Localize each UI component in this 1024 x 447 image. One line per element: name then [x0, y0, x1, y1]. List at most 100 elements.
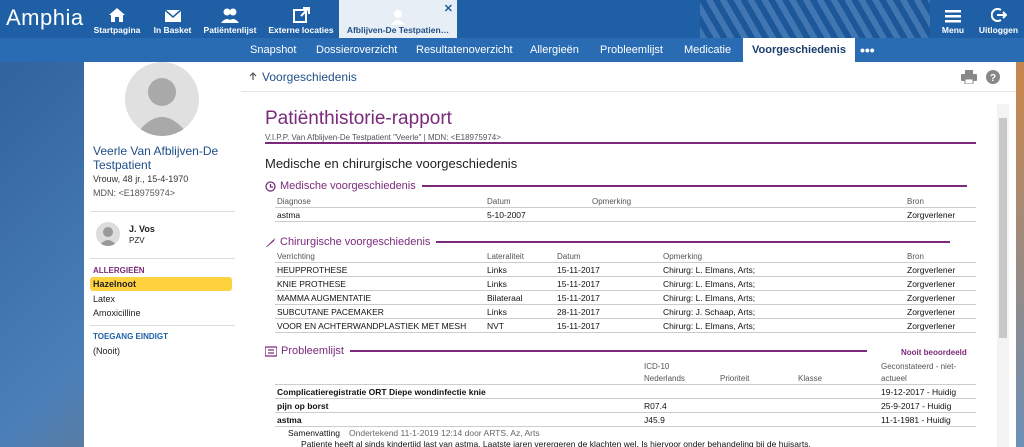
table-cell: Zorgverlener [907, 210, 956, 220]
tab-medicatie[interactable]: Medicatie [684, 38, 731, 62]
divider [90, 211, 235, 212]
heading-label: Medische voorgeschiedenis [280, 180, 416, 192]
person-icon [135, 78, 189, 136]
divider [90, 325, 235, 326]
row-divider [275, 384, 976, 385]
page-title: Voorgeschiedenis [262, 70, 357, 84]
table-cell: Chirurg: L. Elmans, Arts; [663, 265, 756, 275]
nav-label: Externe locaties [268, 25, 334, 35]
allergies-heading[interactable]: ALLERGIEËN [93, 266, 145, 275]
nav-startpagina[interactable]: Startpagina [92, 0, 142, 38]
report-subtitle: V.I.P.P. Van Afblijven-De Testpatient "V… [265, 133, 501, 142]
surgical-history-heading: Chirurgische voorgeschiedenis [265, 236, 951, 248]
row-divider [275, 262, 976, 263]
nav-in-basket[interactable]: In Basket [150, 0, 195, 38]
column-header: Diagnose [277, 197, 311, 206]
row-divider [275, 207, 976, 208]
nav-uitloggen[interactable]: Uitloggen [976, 0, 1021, 38]
more-tabs-button[interactable]: ••• [860, 38, 875, 62]
table-cell: 11-1-1981 - Huidig [881, 415, 951, 425]
scalpel-icon [266, 237, 275, 247]
table-cell: astma [277, 210, 301, 220]
people-icon [221, 8, 239, 23]
app-logo: Amphia [6, 5, 84, 30]
person-icon [99, 227, 117, 246]
patient-sidebar: Veerle Van Afblijven-De Testpatient Vrou… [84, 62, 241, 447]
access-value: (Nooit) [93, 346, 121, 356]
table-cell: 15-11-2017 [557, 293, 600, 303]
list-icon [265, 345, 277, 357]
table-cell: Zorgverlener [907, 307, 956, 317]
report-title: Patiënthistorie-rapport [265, 108, 452, 129]
problem-name: astma [277, 415, 302, 425]
tab-probleemlijst[interactable]: Probleemlijst [600, 38, 663, 62]
row-divider [275, 398, 976, 399]
table-cell: Chirurg: J. Schaap, Arts; [663, 307, 756, 317]
tab-dossieroverzicht[interactable]: Dossieroverzicht [316, 38, 397, 62]
problem-name: pijn op borst [277, 401, 329, 411]
scrollbar-thumb[interactable] [999, 118, 1007, 338]
patient-name[interactable]: Veerle Van Afblijven-De Testpatient [93, 144, 238, 172]
table-cell: Zorgverlener [907, 293, 956, 303]
heading-rule [421, 185, 967, 187]
table-cell: MAMMA AUGMENTATIE [277, 293, 372, 303]
report-scrollbar[interactable] [997, 104, 1009, 447]
column-header: actueel [881, 374, 907, 383]
nav-label: Uitloggen [978, 25, 1019, 35]
summary-text: Patiente heeft al sinds kindertijd last … [301, 439, 811, 447]
close-icon[interactable]: ✕ [444, 2, 453, 15]
table-cell: Chirurg: L. Elmans, Arts; [663, 321, 756, 331]
doctor-role: PZV [129, 236, 145, 245]
patient-mdn: MDN: <E18975974> [93, 188, 176, 198]
tab-voorgeschiedenis[interactable]: Voorgeschiedenis [743, 38, 855, 62]
table-cell: Chirurg: L. Elmans, Arts; [663, 279, 756, 289]
history-report: Patiënthistorie-rapport V.I.P.P. Van Afb… [241, 94, 1009, 447]
column-header: ICD-10 [644, 362, 670, 371]
summary-label: Samenvatting [288, 428, 340, 438]
tab-resultatenoverzicht[interactable]: Resultatenoverzicht [416, 38, 513, 62]
header-decoration [700, 0, 930, 38]
svg-text:?: ? [990, 73, 996, 84]
table-cell: 28-11-2017 [557, 307, 600, 317]
tab-label: Afblijven-De Testpatien… [346, 25, 450, 35]
column-header: Datum [487, 197, 511, 206]
row-divider [275, 412, 976, 413]
tab-patient[interactable]: Afblijven-De Testpatien… ✕ [339, 0, 457, 38]
table-cell: 15-11-2017 [557, 279, 600, 289]
problem-name: Complicatieregistratie ORT Diepe wondinf… [277, 387, 486, 397]
table-cell: J45.9 [644, 415, 665, 425]
column-header: Datum [557, 252, 581, 261]
home-icon [109, 8, 125, 22]
print-icon[interactable] [961, 70, 977, 84]
sub-navigation: Snapshot Dossieroverzicht Resultatenover… [0, 38, 1024, 62]
divider [241, 91, 1016, 92]
doctor-name[interactable]: J. Vos [129, 224, 155, 234]
divider [90, 258, 235, 259]
history-icon [249, 72, 257, 80]
tab-snapshot[interactable]: Snapshot [250, 38, 296, 62]
problem-list-heading: Probleemlijst [265, 345, 867, 357]
row-divider [275, 332, 976, 333]
title-underline [265, 142, 976, 144]
tab-allergieen[interactable]: Allergieën [530, 38, 579, 62]
table-cell: Zorgverlener [907, 279, 956, 289]
row-divider [275, 304, 976, 305]
history-icon [265, 180, 276, 192]
column-header: Bron [907, 252, 924, 261]
column-header: Geconstateerd - niet- [881, 362, 957, 371]
nav-menu[interactable]: Menu [938, 0, 968, 38]
table-cell: Zorgverlener [907, 265, 956, 275]
help-icon[interactable]: ? [986, 70, 1000, 84]
nav-patientenlijst[interactable]: Patiëntenlijst [201, 0, 259, 38]
column-header: Verrichting [277, 252, 315, 261]
row-divider [275, 318, 976, 319]
logout-icon [990, 8, 1007, 22]
table-cell: SUBCUTANE PACEMAKER [277, 307, 384, 317]
main-panel: Voorgeschiedenis ? Patiënthistorie-rappo… [241, 62, 1016, 447]
row-divider [275, 221, 976, 222]
column-header: Klasse [798, 374, 823, 383]
nav-externe-locaties[interactable]: Externe locaties [266, 0, 336, 38]
summary-meta: Ondertekend 11-1-2019 12:14 door ARTS. A… [349, 428, 540, 438]
row-divider [275, 276, 976, 277]
row-divider [275, 290, 976, 291]
